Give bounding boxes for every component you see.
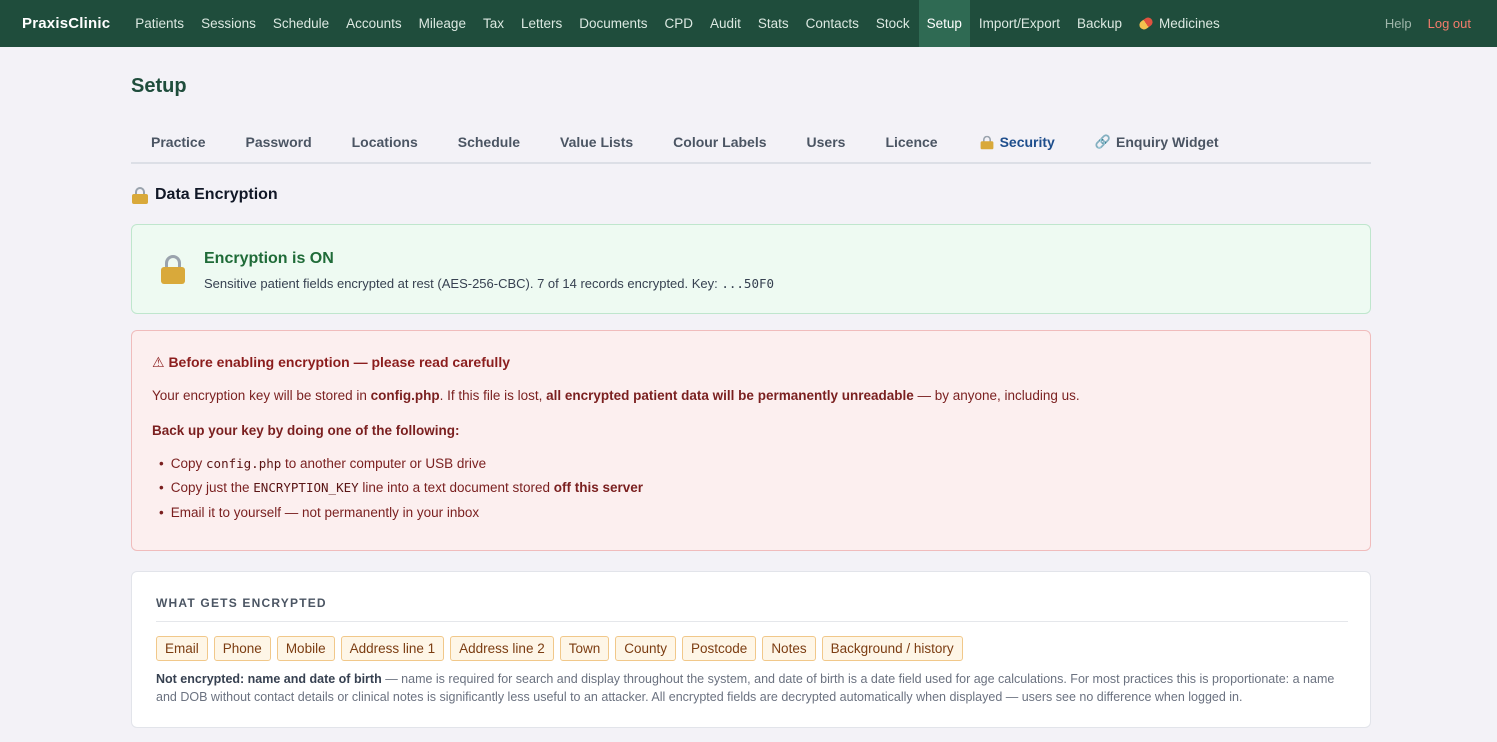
nav-item-medicines-label: Medicines <box>1158 16 1220 31</box>
link-icon: 🔗 <box>1094 134 1112 149</box>
config-file-name: config.php <box>370 388 440 403</box>
tab-security-label: Security <box>999 134 1055 150</box>
page-title: Setup <box>131 75 187 97</box>
tab-colour-labels[interactable]: Colour Labels <box>653 122 786 162</box>
field-chip: Town <box>559 636 610 661</box>
tab-enquiry-widget[interactable]: 🔗 Enquiry Widget <box>1075 122 1239 162</box>
tab-enquiry-widget-label: Enquiry Widget <box>1116 134 1219 150</box>
field-chip: Email <box>156 636 208 661</box>
tab-users[interactable]: Users <box>787 122 866 162</box>
list-item: Copy just the ENCRYPTION_KEY line into a… <box>152 476 643 501</box>
nav-item-audit[interactable]: Audit <box>702 0 749 47</box>
brand-logo[interactable]: PraxisClinic <box>22 15 110 32</box>
encryption-key-value: ...50F0 <box>721 276 775 291</box>
code-encryption-key: ENCRYPTION_KEY <box>253 480 359 496</box>
help-link[interactable]: Help <box>1385 16 1412 31</box>
nav-item-tax[interactable]: Tax <box>475 0 512 47</box>
not-encrypted-note: Not encrypted: name and date of birth — … <box>156 670 1346 706</box>
field-chip: Notes <box>762 636 816 661</box>
tab-schedule[interactable]: Schedule <box>438 122 540 162</box>
encrypted-field-chips: Email Phone Mobile Address line 1 Addres… <box>156 636 969 661</box>
nav-item-documents[interactable]: Documents <box>571 0 655 47</box>
warning-text-mid: . If this file is lost, <box>439 388 547 403</box>
backup-instructions-title: Back up your key by doing one of the fol… <box>152 423 460 438</box>
nav-item-setup[interactable]: Setup <box>918 0 970 47</box>
nav-item-import-export[interactable]: Import/Export <box>971 0 1068 47</box>
lock-icon <box>131 186 149 204</box>
nav-item-accounts[interactable]: Accounts <box>338 0 410 47</box>
field-chip: County <box>615 636 677 661</box>
nav-item-sessions[interactable]: Sessions <box>193 0 264 47</box>
not-encrypted-label: Not encrypted: name and date of birth <box>156 672 382 686</box>
nav-item-stats[interactable]: Stats <box>750 0 797 47</box>
field-chip: Background / history <box>821 636 963 661</box>
warning-emphasis: all encrypted patient data will be perma… <box>546 388 914 403</box>
field-chip: Address line 2 <box>450 636 554 661</box>
section-heading: Data Encryption <box>131 186 278 204</box>
backup-options-list: Copy config.php to another computer or U… <box>152 451 643 525</box>
nav-item-schedule[interactable]: Schedule <box>265 0 337 47</box>
divider <box>156 621 1348 622</box>
nav-item-contacts[interactable]: Contacts <box>798 0 867 47</box>
field-chip: Postcode <box>682 636 757 661</box>
item-text: Email it to yourself — not permanently i… <box>170 504 480 520</box>
status-text: Sensitive patient fields encrypted at re… <box>204 276 722 291</box>
main-menu: Patients Sessions Schedule Accounts Mile… <box>127 0 1228 47</box>
nav-item-mileage[interactable]: Mileage <box>411 0 474 47</box>
warning-text-post: — by anyone, including us. <box>913 388 1080 403</box>
warning-text-pre: Your encryption key will be stored in <box>152 388 371 403</box>
tab-locations[interactable]: Locations <box>332 122 438 162</box>
section-heading-text: Data Encryption <box>155 186 278 203</box>
encrypted-fields-card: WHAT GETS ENCRYPTED Email Phone Mobile A… <box>131 571 1371 728</box>
lock-icon <box>159 255 187 285</box>
nav-item-medicines[interactable]: Medicines <box>1131 0 1228 47</box>
tab-value-lists[interactable]: Value Lists <box>540 122 653 162</box>
item-emphasis: off this server <box>553 480 644 496</box>
lock-icon <box>979 135 993 150</box>
field-chip: Address line 1 <box>340 636 445 661</box>
item-text: Copy just the <box>170 480 254 496</box>
list-item: Copy config.php to another computer or U… <box>152 451 643 476</box>
item-text: Copy <box>170 455 203 471</box>
encryption-status-title: Encryption is ON <box>204 250 334 267</box>
warning-text: Your encryption key will be stored in co… <box>152 388 1080 403</box>
warning-title: ⚠ Before enabling encryption — please re… <box>152 354 510 370</box>
top-nav: PraxisClinic Patients Sessions Schedule … <box>0 0 1497 47</box>
setup-tabs: Practice Password Locations Schedule Val… <box>131 122 1371 164</box>
nav-item-backup[interactable]: Backup <box>1069 0 1130 47</box>
pill-icon <box>1137 15 1155 32</box>
tab-licence[interactable]: Licence <box>865 122 957 162</box>
logout-link[interactable]: Log out <box>1428 16 1471 31</box>
field-chip: Phone <box>213 636 271 661</box>
tab-password[interactable]: Password <box>225 122 331 162</box>
encryption-status-description: Sensitive patient fields encrypted at re… <box>204 276 808 291</box>
nav-item-stock[interactable]: Stock <box>868 0 918 47</box>
item-text: to another computer or USB drive <box>281 455 487 471</box>
nav-item-patients[interactable]: Patients <box>127 0 192 47</box>
tab-security[interactable]: Security <box>958 122 1075 162</box>
list-item: Email it to yourself — not permanently i… <box>152 500 643 525</box>
field-chip: Mobile <box>276 636 335 661</box>
encryption-warning-card: ⚠ Before enabling encryption — please re… <box>131 330 1371 551</box>
nav-item-cpd[interactable]: CPD <box>657 0 702 47</box>
code-config-php: config.php <box>206 455 282 471</box>
item-text: line into a text document stored <box>358 480 554 496</box>
nav-item-letters[interactable]: Letters <box>513 0 570 47</box>
encryption-status-card: Encryption is ON Sensitive patient field… <box>131 224 1371 314</box>
tab-practice[interactable]: Practice <box>131 122 225 162</box>
encrypted-fields-title: WHAT GETS ENCRYPTED <box>156 596 327 610</box>
